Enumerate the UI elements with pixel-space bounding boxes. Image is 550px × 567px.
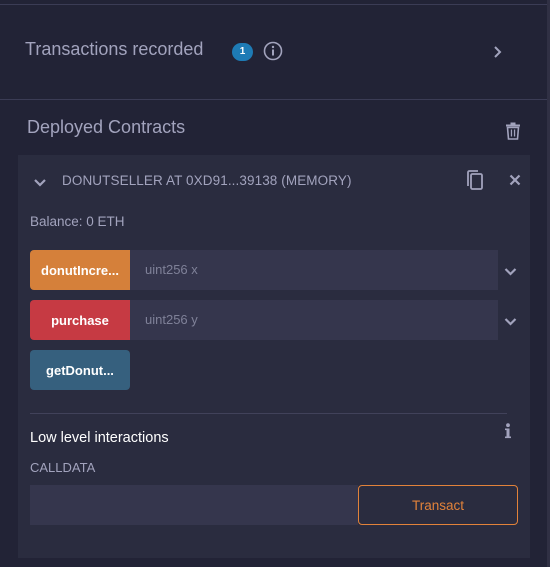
chevron-down-icon[interactable] [33, 175, 47, 187]
trash-icon[interactable] [505, 122, 521, 140]
transactions-count-badge: 1 [232, 43, 253, 61]
calldata-input[interactable] [30, 485, 358, 525]
contract-balance: Balance: 0 ETH [30, 214, 125, 229]
info-icon[interactable] [263, 41, 283, 61]
transact-button[interactable]: Transact [358, 485, 518, 525]
copy-icon[interactable] [465, 170, 485, 191]
low-level-interactions-title: Low level interactions [30, 430, 169, 446]
chevron-right-icon[interactable] [492, 45, 504, 59]
contract-name: DONUTSELLER AT 0XD91...39138 (MEMORY) [62, 173, 352, 188]
donut-increment-button[interactable]: donutIncre... [30, 250, 130, 290]
divider [30, 413, 507, 414]
function-row-purchase: purchase uint256 y [30, 300, 525, 340]
deployed-contract-card: DONUTSELLER AT 0XD91...39138 (MEMORY) Ba… [18, 155, 530, 558]
function-row-get-donut: getDonut... [30, 350, 525, 390]
deployed-contracts-title: Deployed Contracts [27, 117, 186, 137]
donut-increment-input[interactable]: uint256 x [130, 250, 498, 290]
remix-run-panel: Transactions recorded 1 Deployed Contrac… [0, 0, 550, 567]
transactions-recorded-title: Transactions recorded [25, 39, 204, 59]
close-icon[interactable] [509, 173, 521, 186]
chevron-down-icon[interactable] [504, 314, 517, 326]
purchase-input[interactable]: uint256 y [130, 300, 498, 340]
get-donut-button[interactable]: getDonut... [30, 350, 130, 390]
transactions-recorded-section[interactable]: Transactions recorded 1 [0, 5, 547, 100]
info-icon[interactable] [504, 423, 512, 439]
calldata-label: CALLDATA [30, 460, 96, 475]
chevron-down-icon[interactable] [504, 264, 517, 276]
purchase-button[interactable]: purchase [30, 300, 130, 340]
function-row-donut-increment: donutIncre... uint256 x [30, 250, 525, 290]
